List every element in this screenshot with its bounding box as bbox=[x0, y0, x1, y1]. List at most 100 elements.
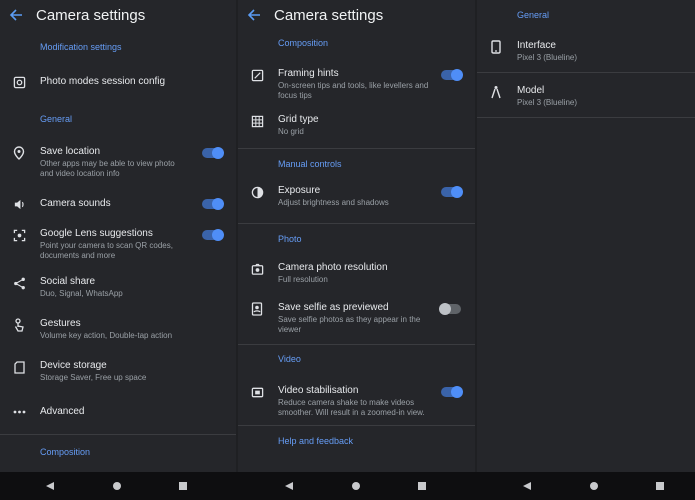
toggle-knob bbox=[451, 186, 463, 198]
save-selfie-toggle[interactable] bbox=[439, 303, 461, 315]
setting-title: Camera photo resolution bbox=[278, 262, 388, 273]
page-title: Camera settings bbox=[36, 6, 146, 24]
section-header-video: Video bbox=[278, 354, 301, 364]
app-bar: Camera settings bbox=[0, 0, 236, 30]
setting-photo-modes[interactable]: Photo modes session config bbox=[0, 64, 236, 100]
nav-back-icon[interactable] bbox=[283, 480, 295, 492]
more-dots-icon bbox=[12, 405, 26, 419]
setting-subtitle: Pixel 3 (Blueline) bbox=[517, 53, 578, 62]
setting-title: Photo modes session config bbox=[40, 76, 166, 87]
video-stabilisation-toggle[interactable] bbox=[441, 386, 463, 398]
section-header-manual-controls: Manual controls bbox=[278, 159, 342, 169]
system-nav-bar bbox=[0, 472, 695, 500]
nav-recents-icon[interactable] bbox=[416, 480, 428, 492]
section-header-composition: Composition bbox=[278, 38, 329, 48]
framing-hints-icon bbox=[250, 68, 264, 82]
setting-title: Video stabilisation bbox=[278, 385, 359, 396]
setting-subtitle: Save selfie photos as they appear in the… bbox=[278, 315, 421, 334]
setting-title: Camera sounds bbox=[40, 198, 111, 209]
setting-device-storage[interactable]: Device storage Storage Saver, Free up sp… bbox=[0, 352, 236, 394]
setting-grid-type[interactable]: Grid type No grid bbox=[238, 106, 475, 148]
toggle-knob bbox=[212, 229, 224, 241]
setting-subtitle: On-screen tips and tools, like levellers… bbox=[278, 81, 429, 100]
setting-title: Exposure bbox=[278, 185, 321, 196]
camera-icon bbox=[250, 262, 264, 276]
stabilisation-icon bbox=[250, 385, 264, 399]
page-title: Camera settings bbox=[274, 6, 384, 24]
section-header-photo: Photo bbox=[278, 234, 302, 244]
app-bar: Camera settings bbox=[238, 0, 475, 30]
grid-icon bbox=[250, 114, 264, 128]
nav-home-icon[interactable] bbox=[350, 480, 362, 492]
setting-title: Save location bbox=[40, 146, 101, 157]
section-header-composition: Composition bbox=[40, 447, 91, 457]
setting-framing-hints[interactable]: Framing hints On-screen tips and tools, … bbox=[238, 56, 475, 106]
google-lens-toggle[interactable] bbox=[202, 229, 224, 241]
section-header-modification: Modification settings bbox=[40, 42, 122, 52]
share-icon bbox=[12, 276, 26, 290]
setting-camera-sounds[interactable]: Camera sounds bbox=[0, 188, 236, 220]
nav-home-icon[interactable] bbox=[588, 480, 600, 492]
setting-subtitle: Adjust brightness and shadows bbox=[278, 198, 389, 207]
setting-subtitle: Other apps may be able to view photo and… bbox=[40, 159, 175, 178]
nav-recents-icon[interactable] bbox=[177, 480, 189, 492]
setting-title: Device storage bbox=[40, 360, 107, 371]
settings-panel-middle: Camera settings Composition Framing hint… bbox=[238, 0, 475, 472]
nav-home-icon[interactable] bbox=[111, 480, 123, 492]
setting-google-lens[interactable]: Google Lens suggestions Point your camer… bbox=[0, 220, 236, 268]
divider bbox=[477, 117, 695, 118]
setting-title: Google Lens suggestions bbox=[40, 228, 153, 239]
setting-photo-resolution[interactable]: Camera photo resolution Full resolution bbox=[238, 254, 475, 296]
setting-title: Gestures bbox=[40, 318, 81, 329]
setting-subtitle: Full resolution bbox=[278, 275, 328, 284]
framing-hints-toggle[interactable] bbox=[441, 69, 463, 81]
setting-gestures[interactable]: Gestures Volume key action, Double-tap a… bbox=[0, 310, 236, 352]
setting-advanced[interactable]: Advanced bbox=[0, 394, 236, 430]
toggle-knob bbox=[439, 303, 451, 315]
setting-title: Grid type bbox=[278, 114, 319, 125]
exposure-toggle[interactable] bbox=[441, 186, 463, 198]
setting-subtitle: No grid bbox=[278, 127, 304, 136]
setting-subtitle: Reduce camera shake to make videos smoot… bbox=[278, 398, 425, 417]
setting-title: Advanced bbox=[40, 406, 85, 417]
back-arrow-icon[interactable] bbox=[8, 7, 24, 23]
camera-sounds-toggle[interactable] bbox=[202, 198, 224, 210]
setting-title: Framing hints bbox=[278, 68, 339, 79]
setting-video-stabilisation[interactable]: Video stabilisation Reduce camera shake … bbox=[238, 373, 475, 425]
setting-title: Social share bbox=[40, 276, 96, 287]
location-pin-icon bbox=[12, 146, 26, 160]
section-header-general: General bbox=[517, 10, 550, 20]
setting-subtitle: Duo, Signal, WhatsApp bbox=[40, 289, 123, 298]
setting-title: Model bbox=[517, 85, 545, 96]
exposure-icon bbox=[250, 185, 264, 199]
settings-panel-left: Camera settings Modification settings Ph… bbox=[0, 0, 236, 472]
setting-subtitle: Point your camera to scan QR codes, docu… bbox=[40, 241, 173, 260]
toggle-knob bbox=[451, 386, 463, 398]
sd-card-icon bbox=[12, 360, 26, 374]
setting-social-share[interactable]: Social share Duo, Signal, WhatsApp bbox=[0, 268, 236, 310]
photo-modes-icon bbox=[12, 75, 26, 89]
back-arrow-icon[interactable] bbox=[246, 7, 262, 23]
setting-subtitle: Pixel 3 (Blueline) bbox=[517, 98, 578, 107]
section-header-help: Help and feedback bbox=[278, 436, 354, 446]
toggle-knob bbox=[451, 69, 463, 81]
toggle-knob bbox=[212, 147, 224, 159]
phone-icon bbox=[489, 40, 503, 54]
speaker-icon bbox=[12, 197, 26, 211]
setting-save-selfie[interactable]: Save selfie as previewed Save selfie pho… bbox=[238, 296, 475, 344]
setting-model[interactable]: Model Pixel 3 (Blueline) bbox=[477, 73, 695, 117]
setting-title: Interface bbox=[517, 40, 556, 51]
setting-exposure[interactable]: Exposure Adjust brightness and shadows bbox=[238, 179, 475, 223]
nav-back-icon[interactable] bbox=[521, 480, 533, 492]
lens-icon bbox=[12, 228, 26, 242]
section-header-general: General bbox=[40, 114, 73, 124]
setting-interface[interactable]: Interface Pixel 3 (Blueline) bbox=[477, 30, 695, 72]
toggle-knob bbox=[212, 198, 224, 210]
nav-recents-icon[interactable] bbox=[654, 480, 666, 492]
selfie-icon bbox=[250, 302, 264, 316]
setting-title: Save selfie as previewed bbox=[278, 302, 389, 313]
gesture-hand-icon bbox=[12, 318, 26, 332]
nav-back-icon[interactable] bbox=[44, 480, 56, 492]
save-location-toggle[interactable] bbox=[202, 147, 224, 159]
setting-save-location[interactable]: Save location Other apps may be able to … bbox=[0, 138, 236, 188]
